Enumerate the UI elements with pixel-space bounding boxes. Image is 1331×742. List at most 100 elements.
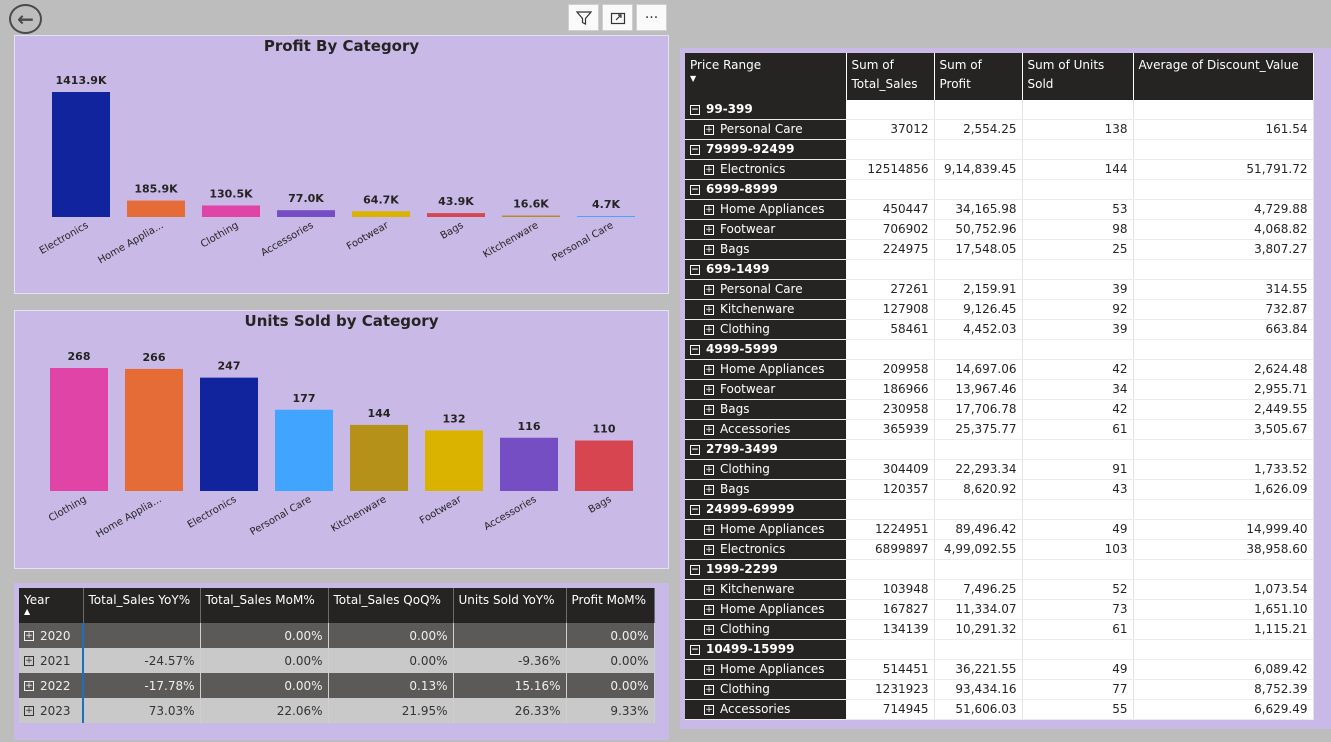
focus-mode-icon[interactable] — [602, 4, 633, 31]
price-range-matrix-panel: Price Range ▼ Sum of Total_Sales Sum of Pro… — [680, 48, 1331, 729]
expand-icon[interactable]: + — [704, 704, 714, 715]
expand-icon[interactable]: + — [704, 404, 714, 415]
expand-icon[interactable]: + — [704, 584, 714, 595]
expand-icon[interactable]: + — [704, 124, 714, 135]
expand-icon[interactable]: + — [704, 544, 714, 555]
matrix-cell — [1022, 559, 1134, 581]
yoy-table-panel: Year ▲ Total_Sales YoY% Total_Sales MoM% Tot… — [14, 583, 669, 740]
expand-icon[interactable]: + — [24, 656, 34, 666]
matrix-row: + Home Appliances 167827 11,334.07 73 1,651.1… — [685, 599, 1314, 621]
matrix-header[interactable]: Price Range ▼ — [685, 53, 847, 100]
category-tick-label: Clothing — [47, 494, 89, 524]
matrix-cell: 8,752.39 — [1133, 679, 1314, 701]
sort-descending-icon[interactable]: ▼ — [690, 75, 841, 83]
yoy-header-label: Total_Sales YoY% — [88, 593, 191, 607]
expand-icon[interactable]: + — [704, 664, 714, 675]
expand-icon[interactable]: + — [24, 631, 34, 641]
yoy-cell: 0.00% — [566, 673, 655, 698]
matrix-row: + Accessories 714945 51,606.03 55 6,629.49 — [685, 699, 1314, 721]
year-cell: +2023 — [19, 698, 84, 723]
matrix-cell: 52 — [1022, 579, 1134, 601]
collapse-icon[interactable]: − — [690, 144, 700, 155]
back-arrow-icon[interactable]: ← — [9, 4, 42, 34]
matrix-header[interactable]: Sum of Profit — [934, 53, 1023, 100]
matrix-cell: 53 — [1022, 199, 1134, 221]
expand-icon[interactable]: + — [704, 244, 714, 255]
row-header: + Clothing — [685, 679, 847, 701]
matrix-cell: 1231923 — [846, 679, 935, 701]
matrix-header[interactable]: Sum of Units Sold — [1022, 53, 1134, 100]
yoy-header-label: Total_Sales MoM% — [205, 593, 315, 607]
row-header-label: Electronics — [720, 542, 786, 557]
matrix-cell: 50,752.96 — [934, 219, 1023, 241]
yoy-header[interactable]: Profit MoM% — [566, 588, 655, 623]
row-header-label: Accessories — [720, 422, 791, 437]
data-label: 64.7K — [363, 193, 399, 206]
matrix-cell: 161.54 — [1133, 119, 1314, 141]
expand-icon[interactable]: + — [704, 324, 714, 335]
matrix-cell: 1,115.21 — [1133, 619, 1314, 641]
matrix-cell: 14,999.40 — [1133, 519, 1314, 541]
collapse-icon[interactable]: − — [690, 644, 700, 655]
expand-icon[interactable]: + — [704, 204, 714, 215]
expand-icon[interactable]: + — [704, 364, 714, 375]
collapse-icon[interactable]: − — [690, 264, 700, 275]
yoy-header[interactable]: Total_Sales MoM% — [200, 588, 329, 623]
expand-icon[interactable]: + — [704, 284, 714, 295]
expand-icon[interactable]: + — [704, 464, 714, 475]
row-header-label: 1999-2299 — [706, 562, 778, 577]
expand-icon[interactable]: + — [704, 484, 714, 495]
expand-icon[interactable]: + — [704, 424, 714, 435]
collapse-icon[interactable]: − — [690, 504, 700, 515]
matrix-header[interactable]: Average of Discount_Value — [1133, 53, 1314, 100]
yoy-header[interactable]: Units Sold YoY% — [453, 588, 567, 623]
row-header-label: Kitchenware — [720, 582, 795, 597]
expand-icon[interactable]: + — [704, 304, 714, 315]
category-tick-label: Clothing — [199, 220, 241, 250]
collapse-icon[interactable]: − — [690, 104, 700, 115]
matrix-cell: 73 — [1022, 599, 1134, 621]
collapse-icon[interactable]: − — [690, 344, 700, 355]
yoy-header[interactable]: Year ▲ — [19, 588, 84, 623]
collapse-icon[interactable]: − — [690, 564, 700, 575]
matrix-cell: 138 — [1022, 119, 1134, 141]
expand-icon[interactable]: + — [704, 604, 714, 615]
filter-icon[interactable] — [568, 4, 599, 31]
yoy-header[interactable]: Total_Sales YoY% — [83, 588, 201, 623]
expand-icon[interactable]: + — [24, 706, 34, 716]
matrix-cell: 39 — [1022, 279, 1134, 301]
data-label: 1413.9K — [56, 74, 107, 87]
more-options-icon[interactable]: ··· — [636, 4, 667, 31]
matrix-cell: 732.87 — [1133, 299, 1314, 321]
expand-icon[interactable]: + — [704, 624, 714, 635]
sort-ascending-icon[interactable]: ▲ — [24, 608, 78, 616]
category-tick-label: Home Applia... — [94, 494, 163, 540]
matrix-cell — [1133, 639, 1314, 661]
row-header: + Electronics — [685, 159, 847, 181]
expand-icon[interactable]: + — [704, 164, 714, 175]
yoy-header[interactable]: Total_Sales QoQ% — [328, 588, 454, 623]
collapse-icon[interactable]: − — [690, 184, 700, 195]
row-header-label: 79999-92499 — [706, 142, 795, 157]
expand-icon[interactable]: + — [704, 224, 714, 235]
expand-icon[interactable]: + — [704, 684, 714, 695]
expand-icon[interactable]: + — [24, 681, 34, 691]
row-header-label: Home Appliances — [720, 202, 825, 217]
row-header-label: 4999-5999 — [706, 342, 778, 357]
row-header-label: Footwear — [720, 382, 776, 397]
matrix-cell: 304409 — [846, 459, 935, 481]
matrix-cell — [1133, 100, 1314, 121]
yoy-cell: -9.36% — [453, 648, 567, 673]
matrix-cell: 58461 — [846, 319, 935, 341]
expand-icon[interactable]: + — [704, 524, 714, 535]
matrix-header[interactable]: Sum of Total_Sales — [846, 53, 935, 100]
chart-bar — [277, 210, 335, 217]
expand-icon[interactable]: + — [704, 384, 714, 395]
collapse-icon[interactable]: − — [690, 444, 700, 455]
yoy-cell: 0.00% — [566, 648, 655, 673]
matrix-header-label: Sum of Total_Sales — [851, 58, 918, 91]
matrix-cell: 103948 — [846, 579, 935, 601]
matrix-cell: 1,733.52 — [1133, 459, 1314, 481]
matrix-cell — [846, 559, 935, 581]
matrix-cell: 450447 — [846, 199, 935, 221]
